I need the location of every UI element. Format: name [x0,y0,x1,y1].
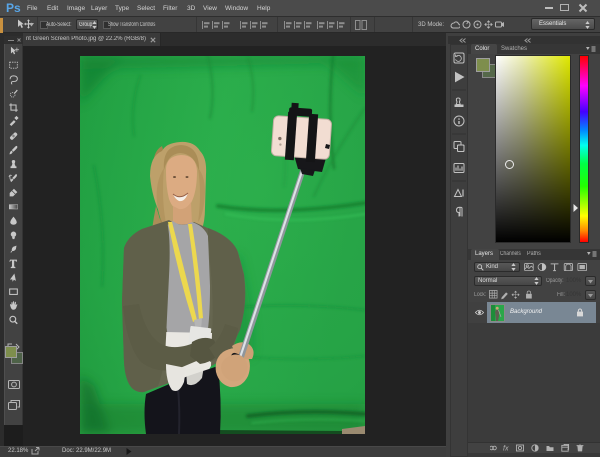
svg-text:fx: fx [503,446,509,453]
